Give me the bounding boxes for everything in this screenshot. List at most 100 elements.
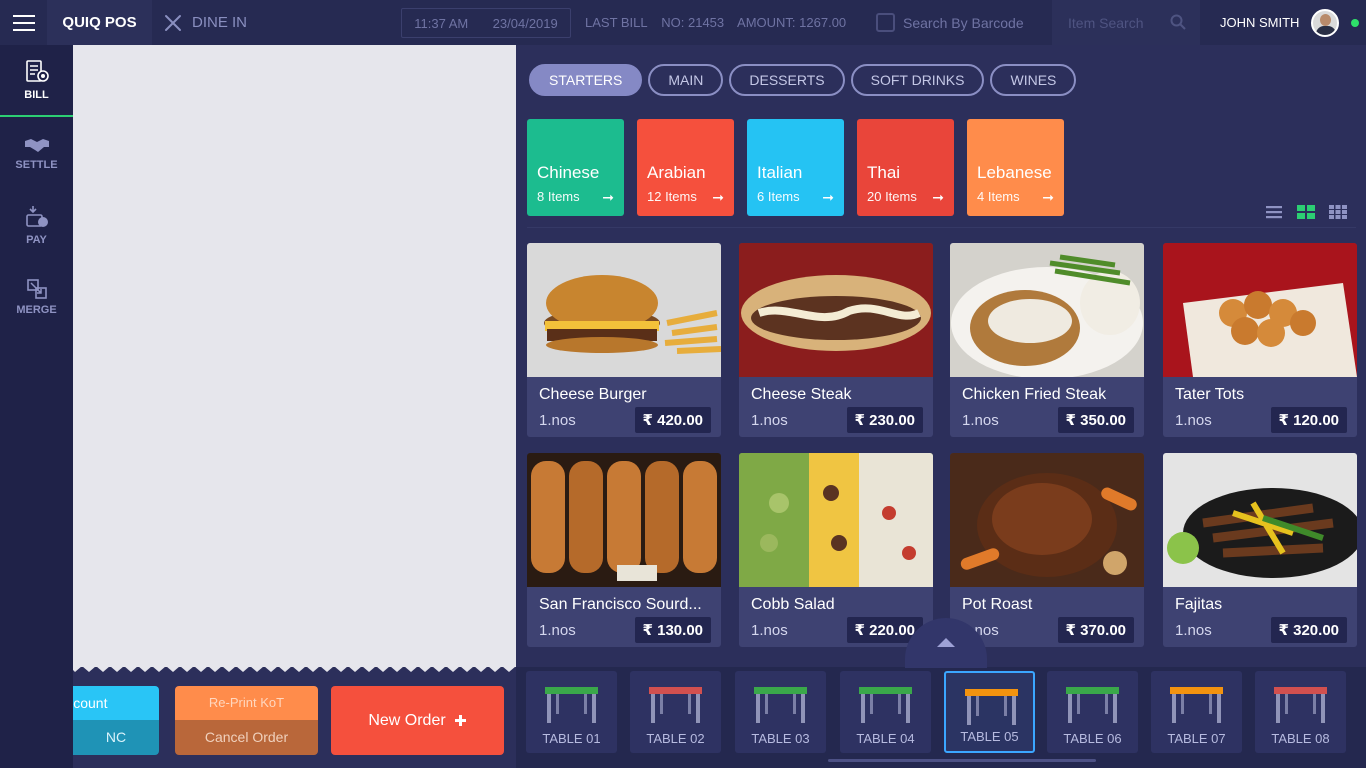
menu-icon[interactable] bbox=[0, 0, 47, 45]
fajitas-image bbox=[1163, 453, 1357, 587]
product-card[interactable]: San Francisco Sourd... 1.nos ₹ 130.00 bbox=[527, 453, 721, 647]
product-price: ₹ 420.00 bbox=[634, 407, 711, 433]
product-card[interactable]: Pot Roast 1.nos ₹ 370.00 bbox=[950, 453, 1144, 647]
dine-in-mode[interactable]: DINE IN bbox=[152, 0, 247, 45]
sidebar-item-bill[interactable]: BILL bbox=[0, 45, 73, 117]
chicken-fried-steak-image bbox=[950, 243, 1144, 379]
table-icon bbox=[1066, 687, 1119, 723]
list-view-icon[interactable] bbox=[1264, 203, 1284, 221]
table-icon bbox=[859, 687, 912, 723]
grid-view-icon[interactable] bbox=[1296, 203, 1316, 221]
bill-panel bbox=[73, 45, 516, 667]
table-tile-selected[interactable]: TABLE 05 bbox=[944, 671, 1035, 753]
table-label: TABLE 07 bbox=[1167, 731, 1226, 746]
cuisine-tiles: Chinese 8 Items ➞ Arabian 12 Items ➞ Ita… bbox=[527, 119, 1064, 216]
table-tile[interactable]: TABLE 02 bbox=[630, 671, 721, 753]
cuisine-name: Chinese bbox=[537, 163, 600, 182]
cuisine-tile-lebanese[interactable]: Lebanese 4 Items ➞ bbox=[967, 119, 1064, 216]
cuisine-tile-thai[interactable]: Thai 20 Items ➞ bbox=[857, 119, 954, 216]
product-quantity: 1.nos bbox=[751, 412, 788, 429]
last-bill-info: LAST BILL NO: 21453 AMOUNT: 1267.00 bbox=[585, 0, 856, 45]
table-label: TABLE 01 bbox=[542, 731, 601, 746]
tables-scrollbar[interactable] bbox=[828, 759, 1096, 762]
cuisine-name: Thai bbox=[867, 163, 901, 182]
reprint-kot-button[interactable]: Re-Print KoT bbox=[175, 686, 318, 720]
table-tile[interactable]: TABLE 03 bbox=[735, 671, 826, 753]
merge-icon bbox=[26, 279, 47, 299]
current-date: 23/04/2019 bbox=[492, 15, 558, 31]
item-search bbox=[1052, 0, 1200, 45]
cobb-salad-image bbox=[739, 453, 933, 587]
product-name: Cheese Steak bbox=[751, 386, 852, 403]
user-name: JOHN SMITH bbox=[1220, 15, 1300, 30]
last-bill-amount: AMOUNT: 1267.00 bbox=[737, 15, 847, 30]
sidebar-item-pay[interactable]: PAY bbox=[0, 189, 73, 261]
sidebar-item-label: PAY bbox=[26, 234, 47, 246]
divider bbox=[527, 227, 1356, 228]
receipt-edge bbox=[73, 664, 516, 672]
tater-tots-image bbox=[1163, 243, 1357, 377]
table-icon bbox=[1274, 687, 1327, 723]
cuisine-tile-arabian[interactable]: Arabian 12 Items ➞ bbox=[637, 119, 734, 216]
last-bill-number: NO: 21453 bbox=[661, 15, 725, 30]
chevron-up-icon bbox=[937, 638, 955, 647]
table-tile[interactable]: TABLE 01 bbox=[526, 671, 617, 753]
product-name: Tater Tots bbox=[1175, 386, 1245, 403]
last-bill-label: LAST BILL bbox=[585, 15, 648, 30]
arrow-right-icon: ➞ bbox=[932, 189, 944, 205]
pot-roast-image bbox=[950, 453, 1144, 587]
nc-button[interactable]: NC bbox=[73, 720, 159, 755]
cheese-steak-image bbox=[739, 243, 933, 377]
barcode-search-toggle[interactable]: Search By Barcode bbox=[876, 0, 1024, 45]
search-icon[interactable] bbox=[1170, 14, 1186, 30]
discount-nc-button: Discount NC bbox=[73, 686, 159, 755]
barcode-checkbox[interactable] bbox=[876, 13, 895, 32]
product-name: Fajitas bbox=[1175, 596, 1223, 613]
product-card[interactable]: Cheese Burger 1.nos ₹ 420.00 bbox=[527, 243, 721, 437]
table-icon bbox=[545, 687, 598, 723]
sidebar-item-label: BILL bbox=[24, 89, 49, 101]
arrow-right-icon: ➞ bbox=[712, 189, 724, 205]
compact-grid-view-icon[interactable] bbox=[1328, 203, 1348, 221]
category-tabs: STARTERS MAIN DESSERTS SOFT DRINKS WINES bbox=[529, 64, 1077, 96]
tab-wines[interactable]: WINES bbox=[990, 64, 1077, 96]
product-card[interactable]: Cobb Salad 1.nos ₹ 220.00 bbox=[739, 453, 933, 647]
cheese-burger-image bbox=[527, 243, 721, 377]
tab-main[interactable]: MAIN bbox=[648, 64, 724, 96]
product-price: ₹ 370.00 bbox=[1057, 617, 1134, 643]
avatar[interactable] bbox=[1311, 8, 1340, 37]
product-card[interactable]: Tater Tots 1.nos ₹ 120.00 bbox=[1163, 243, 1357, 437]
user-profile[interactable]: JOHN SMITH bbox=[1220, 0, 1360, 45]
product-card[interactable]: Fajitas 1.nos ₹ 320.00 bbox=[1163, 453, 1357, 647]
product-name: Cobb Salad bbox=[751, 596, 835, 613]
date-time-display: 11:37 AM 23/04/2019 bbox=[401, 8, 571, 38]
current-time: 11:37 AM bbox=[414, 15, 469, 31]
product-card[interactable]: Chicken Fried Steak 1.nos ₹ 350.00 bbox=[950, 243, 1144, 437]
sidebar-item-label: MERGE bbox=[16, 304, 57, 316]
cuisine-tile-italian[interactable]: Italian 6 Items ➞ bbox=[747, 119, 844, 216]
sidebar-item-settle[interactable]: SETTLE bbox=[0, 117, 73, 189]
table-tile[interactable]: TABLE 08 bbox=[1255, 671, 1346, 753]
sidebar-item-merge[interactable]: MERGE bbox=[0, 261, 73, 333]
plus-icon bbox=[454, 715, 466, 726]
tab-desserts[interactable]: DESSERTS bbox=[729, 64, 845, 96]
view-toggles bbox=[1264, 203, 1348, 221]
table-tile[interactable]: TABLE 06 bbox=[1047, 671, 1138, 753]
table-tile[interactable]: TABLE 04 bbox=[840, 671, 931, 753]
product-quantity: 1.nos bbox=[1175, 622, 1212, 639]
tab-starters[interactable]: STARTERS bbox=[529, 64, 643, 96]
cuisine-tile-chinese[interactable]: Chinese 8 Items ➞ bbox=[527, 119, 624, 216]
product-card[interactable]: Cheese Steak 1.nos ₹ 230.00 bbox=[739, 243, 933, 437]
discount-button[interactable]: Discount bbox=[73, 686, 159, 720]
table-tile[interactable]: TABLE 07 bbox=[1151, 671, 1242, 753]
new-order-button[interactable]: New Order bbox=[331, 686, 504, 755]
arrow-right-icon: ➞ bbox=[1042, 189, 1054, 205]
tab-soft-drinks[interactable]: SOFT DRINKS bbox=[850, 64, 985, 96]
table-icon bbox=[649, 687, 702, 723]
order-actions: Discount NC Re-Print KoT Cancel Order Ne… bbox=[73, 686, 516, 756]
cancel-order-button[interactable]: Cancel Order bbox=[175, 720, 318, 755]
table-icon bbox=[1170, 687, 1223, 723]
top-bar: QUIQ POS DINE IN 11:37 AM 23/04/2019 LAS… bbox=[0, 0, 1366, 45]
arrow-right-icon: ➞ bbox=[822, 189, 834, 205]
item-search-input[interactable] bbox=[1068, 14, 1164, 31]
